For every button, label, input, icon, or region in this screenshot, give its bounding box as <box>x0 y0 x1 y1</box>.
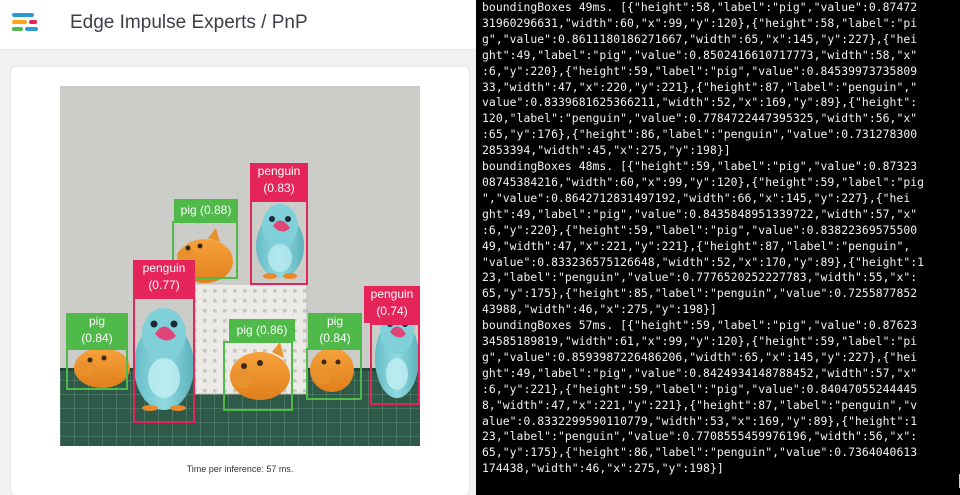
bbox-penguin-front <box>133 297 195 423</box>
bbox-label-pig-middle: pig (0.86) <box>229 319 295 341</box>
bbox-label-pig-right: pig (0.84) <box>308 313 362 350</box>
bbox-label-penguin-right: penguin (0.74) <box>364 286 420 323</box>
bbox-label-penguin-top: penguin (0.83) <box>250 163 308 200</box>
bbox-pig-middle <box>223 341 293 411</box>
bbox-pig-right <box>306 348 362 400</box>
bbox-label-pig-back: pig (0.88) <box>174 199 238 221</box>
bbox-penguin-top <box>250 200 308 285</box>
terminal-window[interactable]: boundingBoxes 49ms. [{"height":58,"label… <box>477 0 960 495</box>
page-title: Edge Impulse Experts / PnP <box>70 12 308 33</box>
edge-impulse-logo-icon[interactable] <box>12 11 40 35</box>
bbox-penguin-right <box>370 323 420 405</box>
bbox-label-penguin-front: penguin (0.77) <box>133 260 195 297</box>
app-header: Edge Impulse Experts / PnP <box>0 0 476 50</box>
browser-pane: Edge Impulse Experts / PnP penguin (0.83… <box>0 0 476 495</box>
bbox-label-pig-left: pig (0.84) <box>66 313 128 350</box>
inference-time-text: Time per inference: 57 ms. <box>186 464 294 474</box>
bbox-pig-left <box>66 348 128 390</box>
terminal-output: boundingBoxes 49ms. [{"height":58,"label… <box>482 0 925 476</box>
